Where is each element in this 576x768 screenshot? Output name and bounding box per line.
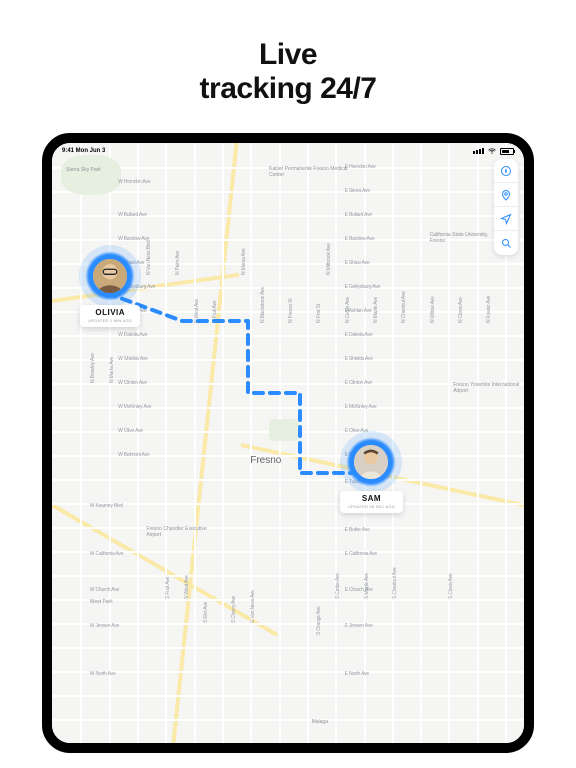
road-label: N Chestnut Ave [401,291,407,323]
road-label: N Palm Ave [175,251,181,275]
road-label: W Clinton Ave [118,380,147,386]
road-label: S Clovis Ave [448,574,454,600]
road-label: E Olive Ave [345,428,369,434]
road-label: N Brawley Ave [90,353,96,383]
road-label: E Clinton Ave [345,380,372,386]
road-label: E Gettysburg Ave [345,284,381,290]
place-label: Fresno Yosemite International Airport [453,383,523,394]
road-label: W California Ave [90,551,124,557]
road-label: E McKinley Ave [345,404,377,410]
road-label: S Maple Ave [364,573,370,599]
road-label: W Dakota Ave [118,332,147,338]
road-label: W Belmont Ave [118,452,150,458]
road-label: S Orange Ave [316,607,322,636]
road-label: N Blackstone Ave [260,287,266,323]
road-label: N Cedar Ave [345,297,351,323]
road-label: E Sierra Ave [345,188,370,194]
road-label: W Jensen Ave [90,623,119,629]
road-label: N Maroa Ave [241,249,247,276]
compass-icon[interactable] [494,159,518,183]
road-label: N Maple Ave [373,297,379,323]
road-label: W Kearney Blvd [90,503,123,509]
person-subtitle: UPDATED 58 SEC AGO [348,504,395,509]
person-subtitle: UPDATED 1 MIN AGO [88,318,132,323]
place-label: Fresno Chandler Executive Airport [146,527,216,538]
person-sam[interactable]: SAM UPDATED 58 SEC AGO [340,437,403,513]
ipad-screen: 9:41 Mon Jun 3 [42,133,534,753]
place-label: West Park [90,599,113,605]
headline-line1: Live [200,38,377,72]
avatar-sam[interactable] [346,437,396,487]
place-label: Malaga [312,719,328,725]
status-time: 9:41 Mon Jun 3 [62,148,105,154]
road-label: W North Ave [90,671,116,677]
road-label: N Clovis Ave [458,297,464,323]
wifi-icon [488,147,496,155]
road-label: W Olive Ave [118,428,143,434]
person-olivia[interactable]: OLIVIA UPDATED 1 MIN AGO [80,251,140,327]
map-toolbar [494,159,518,255]
road-label: E Shields Ave [345,356,373,362]
road-label: S Fruit Ave [165,577,171,599]
promo-headline: Live tracking 24/7 [200,38,377,105]
status-right [473,147,514,155]
road-label: N Fruit Ave [212,301,218,323]
road-label: W Shields Ave [118,356,148,362]
app-promo-page: Live tracking 24/7 9:41 Mon Jun 3 [0,0,576,768]
road-label: E North Ave [345,671,369,677]
road-label: N Van Ness Blvd [146,241,152,275]
place-label: Kaiser Permanente Fresno Medical Center [269,167,349,178]
road-label: W Herndon Ave [118,179,150,185]
map-view[interactable]: E Herndon Ave E Sierra Ave E Bullard Ave… [52,143,524,743]
road-label: E California Ave [345,551,377,557]
location-pin-icon[interactable] [494,183,518,207]
battery-icon [500,148,514,155]
road-label: N Marks Ave [109,357,115,383]
road-label: N First St [316,304,322,323]
city-label: Fresno [250,455,281,466]
road-label: E Barstow Ave [345,236,375,242]
road-label: S Cherry Ave [231,596,237,623]
road-label: S West Ave [184,576,190,600]
headline-line2: tracking 24/7 [200,72,377,106]
person-name: OLIVIA [88,308,132,317]
place-label: California State University, Fresno [430,233,500,244]
road-label: E Dakota Ave [345,332,373,338]
road-label: S Elm Ave [203,602,209,623]
road-label: S Van Ness Ave [250,590,256,623]
road-label: W Barstow Ave [118,236,149,242]
nav-arrow-icon[interactable] [494,207,518,231]
ipad-device: 9:41 Mon Jun 3 [42,133,534,753]
road-label: E Jensen Ave [345,623,373,629]
avatar-olivia[interactable] [85,251,135,301]
road-label: E Shaw Ave [345,260,370,266]
name-chip-sam[interactable]: SAM UPDATED 58 SEC AGO [340,491,403,513]
road-label: W McKinley Ave [118,404,151,410]
road-label: N Millbrook Ave [326,244,332,276]
road-label: N West Ave [194,299,200,323]
signal-icon [473,148,484,154]
road-label: E Bullard Ave [345,212,372,218]
road-label: S Chestnut Ave [392,568,398,600]
search-icon[interactable] [494,231,518,255]
road-label: E Butler Ave [345,527,370,533]
road-label: E Herndon Ave [345,164,376,170]
road-label: N Fowler Ave [486,296,492,323]
road-label: S Cedar Ave [335,573,341,599]
road-label: N Fresno St [288,299,294,323]
status-bar: 9:41 Mon Jun 3 [52,143,524,157]
person-name: SAM [348,494,395,503]
road-label: N Willow Ave [430,297,436,324]
road-label: W Church Ave [90,587,119,593]
name-chip-olivia[interactable]: OLIVIA UPDATED 1 MIN AGO [80,305,140,327]
place-label: Sierra Sky Park [66,167,101,173]
road-label: W Bullard Ave [118,212,147,218]
